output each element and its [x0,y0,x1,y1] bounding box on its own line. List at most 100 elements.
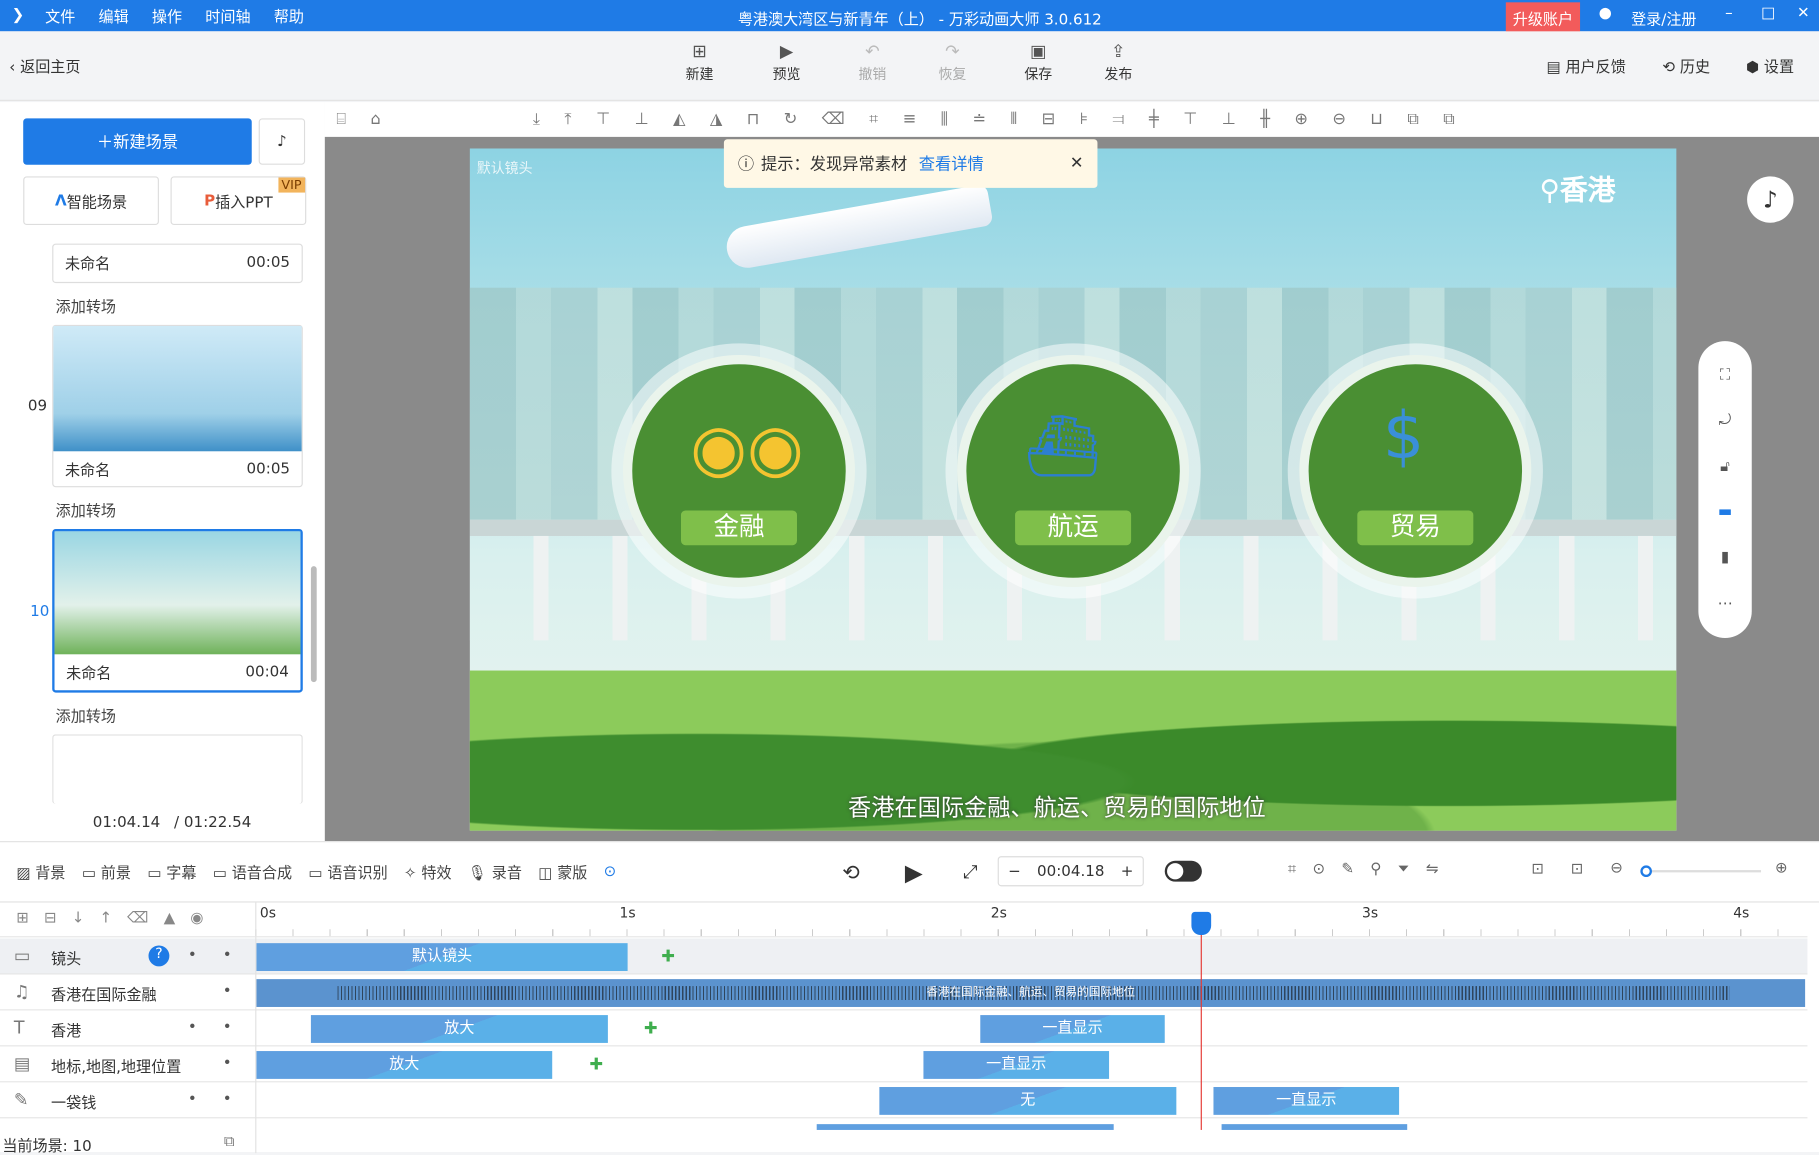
add-layer-icon[interactable]: ⊞ [16,910,29,930]
top-icon[interactable]: ⊤ [1183,110,1197,129]
clip[interactable]: 无 [879,1087,1177,1115]
feedback-button[interactable]: ▤ 用户反馈 [1546,55,1625,76]
actual-size-icon[interactable]: ⊡ [1571,861,1584,878]
back-home-link[interactable]: ‹ 返回主页 [9,55,80,76]
clip[interactable]: 放大 [310,1015,608,1043]
history-button[interactable]: ⟲ 历史 [1662,55,1710,76]
align-icon[interactable]: ⊟ [1042,110,1056,129]
audio-clip[interactable]: 香港在国际金融、航运、贸易的国际地位 [256,979,1806,1007]
undo-button[interactable]: ↶ 撤销 [849,41,895,84]
playhead-handle[interactable] [1191,911,1212,936]
bottom-icon[interactable]: ⊥ [1222,110,1236,129]
foreground-tool[interactable]: ▭ 前景 [82,861,131,882]
clip-partial[interactable] [1221,1124,1408,1130]
menu-help[interactable]: 帮助 [274,9,304,26]
flip-h-icon[interactable]: ◭ [673,110,686,129]
add-transition[interactable]: 添加转场 [56,499,116,520]
center-h-icon[interactable]: ╪ [1149,110,1159,129]
home-icon[interactable]: ⌂ [371,110,381,129]
scene-card-10[interactable]: 未命名 00:04 [52,529,303,693]
fullscreen-icon[interactable]: ⛶ [1720,367,1731,384]
clip[interactable]: 默认镜头 [256,943,628,972]
music-button[interactable]: ♪ [258,118,306,165]
delete-icon[interactable]: ⌫ [127,910,148,930]
play-button[interactable]: ▶ [905,858,923,886]
zoom-out-icon[interactable]: ⊖ [1610,860,1623,877]
scene-card-9[interactable]: 未命名 00:05 [52,324,303,488]
add-transition[interactable]: 添加转场 [56,295,116,316]
align-center-icon[interactable]: ≡ [903,110,917,129]
shipping-circle[interactable]: ⛴ 航运 [957,354,1190,588]
mask-tool[interactable]: ◫ 蒙版 [538,861,587,882]
flip-v-icon[interactable]: ◮ [710,110,723,129]
copy-icon[interactable]: ⧉ [224,1133,235,1150]
clip[interactable]: 放大 [256,1051,553,1079]
rotate-screen-icon[interactable]: ⤾ [1719,412,1732,429]
login-link[interactable]: 登录/注册 [1631,7,1696,29]
add-transition[interactable]: 添加转场 [56,704,116,726]
zoom-out-icon[interactable]: ⊖ [1332,110,1346,129]
move-down-icon[interactable]: ⊤ [596,110,610,129]
lock-icon[interactable]: ▲ [164,910,176,930]
tts-tool[interactable]: ▭ 语音合成 [213,861,292,882]
lock-icon[interactable]: 🔓︎ [1720,458,1730,475]
smart-scene-button[interactable]: Λ 智能场景 [23,176,159,226]
move-up-icon[interactable]: ↑ [99,910,112,930]
decrement-button[interactable]: − [1008,863,1021,880]
time-input[interactable]: 00:04.18 [1037,863,1104,880]
lock-icon[interactable]: ⊓ [747,110,760,129]
record-tool[interactable]: 🎙︎ 录音 [468,861,522,882]
effects-tool[interactable]: ✧ 特效 [404,861,452,882]
clip[interactable]: 一直显示 [980,1015,1165,1043]
menu-timeline[interactable]: 时间轴 [205,9,250,26]
fit-icon[interactable]: ⌗ [869,110,878,129]
clip[interactable]: 一直显示 [923,1051,1110,1079]
align-bottom-icon[interactable]: ⤓ [533,110,540,129]
track-camera[interactable]: ▭ 镜头? • • 默认镜头 ✚ [0,938,1808,975]
settings-button[interactable]: ⬢ 设置 [1746,55,1794,76]
format-painter-icon[interactable]: ⌸ [336,110,346,129]
new-button[interactable]: ⊞ 新建 [676,41,722,84]
time-stepper[interactable]: −00:04.18 + [997,856,1144,887]
center-v-icon[interactable]: ╫ [1260,110,1270,129]
move-up-icon[interactable]: ⊥ [634,110,648,129]
new-scene-button[interactable]: ＋ 新建场景 [23,118,252,165]
landscape-icon[interactable]: ▬ [1718,504,1732,521]
scene-card-empty[interactable] [52,734,303,804]
close-notice-icon[interactable]: ✕ [1070,154,1084,173]
save-button[interactable]: ▣ 保存 [1015,41,1061,84]
help-icon[interactable]: ? [148,945,170,967]
zoom-in-icon[interactable]: ⊕ [1775,860,1788,877]
add-folder-icon[interactable]: ⊟ [44,910,57,930]
toggle-switch[interactable] [1164,860,1202,882]
view-details-link[interactable]: 查看详情 [919,152,984,175]
zoom-slider-handle[interactable] [1640,865,1652,878]
increment-button[interactable]: + [1121,863,1134,880]
rotate-icon[interactable]: ↻ [784,110,798,129]
menu-file[interactable]: 文件 [45,9,75,26]
track-text[interactable]: T 香港 • • 放大 ✚ 一直显示 [0,1010,1808,1047]
close-button[interactable]: ✕ [1797,5,1810,22]
trade-circle[interactable]: $ 贸易 [1299,354,1532,588]
menu-edit[interactable]: 编辑 [99,9,129,26]
maximize-button[interactable]: □ [1761,5,1775,22]
avatar[interactable]: ● [1599,5,1612,22]
copy-icon[interactable]: ⧉ [1407,110,1419,129]
track-landmark[interactable]: ▤ 地标,地图,地理位置 • 放大 ✚ 一直显示 [0,1046,1808,1083]
unlock-icon[interactable]: ⊔ [1370,110,1383,129]
expand-icon[interactable]: ⤢ [963,861,978,884]
preview-button[interactable]: ▶ 预览 [763,41,809,84]
redo-button[interactable]: ↷ 恢复 [929,41,975,84]
add-keyframe-icon[interactable]: ✚ [589,1056,603,1075]
add-keyframe-icon[interactable]: ✚ [644,1020,658,1039]
delete-icon[interactable]: ⌫ [822,110,845,129]
add-keyframe-icon[interactable]: ✚ [661,948,675,967]
scrollbar[interactable] [310,566,317,683]
scene-card-8[interactable]: 未命名 00:05 [52,243,303,284]
time-ruler[interactable]: 0s 1s 2s 3s 4s [255,902,1808,938]
zoom-in-icon[interactable]: ⊕ [1294,110,1308,129]
move-down-icon[interactable]: ↓ [72,910,85,930]
align-middle-icon[interactable]: ≐ [972,110,986,129]
align-right-icon[interactable]: ⫤ [1112,110,1124,129]
track-money-bag[interactable]: ✎ 一袋钱 • • 无 一直显示 [0,1082,1808,1119]
